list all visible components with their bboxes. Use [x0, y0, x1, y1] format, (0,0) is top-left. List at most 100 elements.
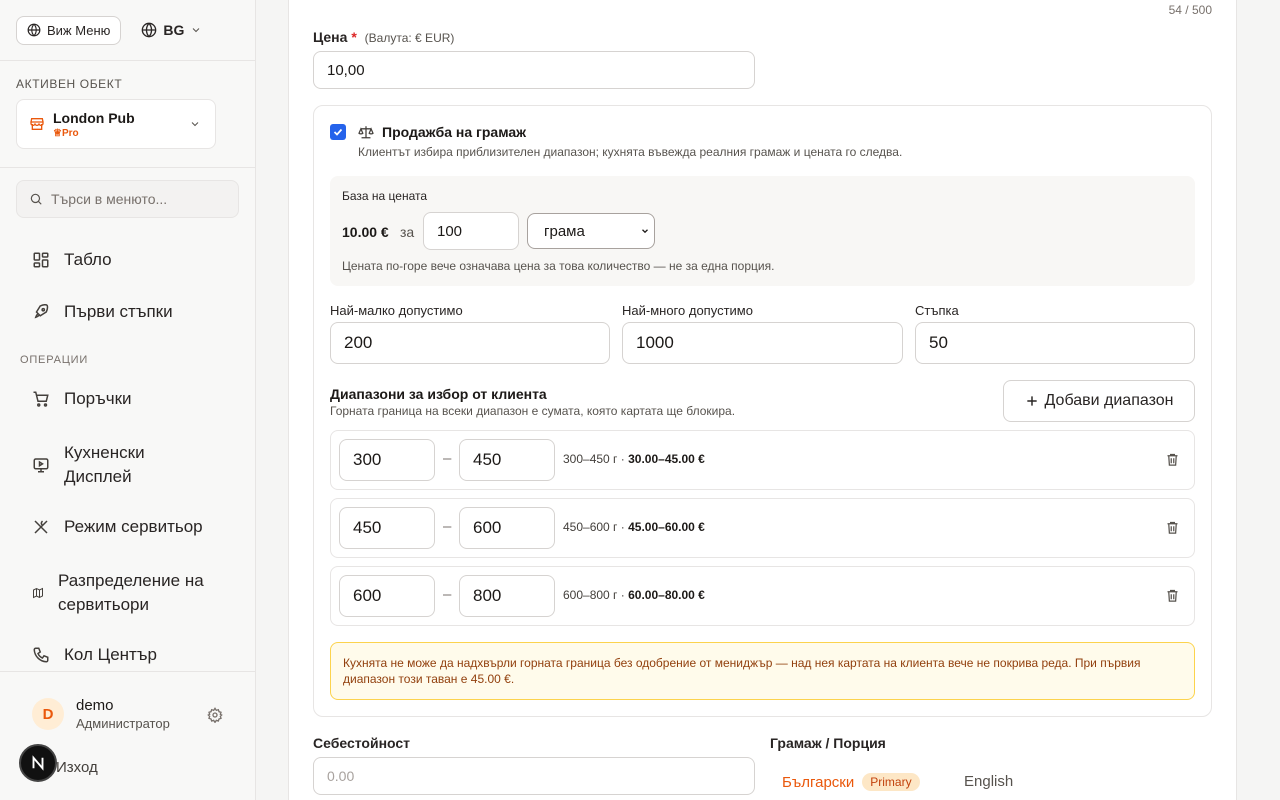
- range-to-input[interactable]: 600: [459, 507, 555, 549]
- sidebar: Виж Меню BG Активен обект London Pub ♕Pr…: [0, 0, 256, 800]
- phone-icon: [33, 647, 49, 663]
- price-base-panel: База на цената 10.00 € за 100 грама Цена…: [330, 176, 1195, 286]
- range-from-input[interactable]: 600: [339, 575, 435, 617]
- price-value: 10,00: [327, 61, 365, 79]
- manager-approval-warning: Кухнята не може да надхвърли горната гра…: [330, 642, 1195, 700]
- gear-icon[interactable]: [207, 707, 223, 723]
- add-range-button[interactable]: Добави диапазон: [1003, 380, 1195, 422]
- range-summary-price: 60.00–80.00 €: [628, 588, 705, 602]
- search-placeholder: Търси в менюто...: [51, 191, 168, 207]
- sidebar-item-kitchen-display[interactable]: Кухненски Дисплей: [16, 441, 190, 489]
- range-to-input[interactable]: 800: [459, 575, 555, 617]
- step-input[interactable]: 50: [915, 322, 1195, 364]
- logout-button[interactable]: Изход: [56, 759, 98, 776]
- sidebar-header: Виж Меню BG: [0, 0, 255, 61]
- required-marker: *: [351, 29, 357, 45]
- sidebar-item-first-steps[interactable]: Първи стъпки: [16, 302, 189, 322]
- search-icon: [30, 193, 42, 205]
- main-content: 54 / 500 Цена * (Валута: € EUR) 10,00 Пр…: [256, 0, 1280, 800]
- range-to-input[interactable]: 450: [459, 439, 555, 481]
- menu-search-input[interactable]: Търси в менюто...: [16, 180, 239, 218]
- ranges-title: Диапазони за избор от клиента: [330, 386, 547, 402]
- active-object-selector[interactable]: London Pub ♕Pro: [16, 99, 216, 149]
- range-from-value: 300: [353, 450, 382, 469]
- price-base-quantity-input[interactable]: 100: [423, 212, 519, 250]
- globe-icon: [142, 22, 157, 38]
- sidebar-item-label: Табло: [64, 250, 112, 269]
- user-role: Администратор: [76, 716, 170, 731]
- tab-bulgarian[interactable]: Български Primary: [782, 773, 920, 791]
- step-value: 50: [929, 333, 948, 352]
- range-from-input[interactable]: 450: [339, 507, 435, 549]
- range-row: 300 – 450 300–450 г · 30.00–45.00 €: [330, 430, 1195, 490]
- max-allowed-label: Най-много допустимо: [622, 303, 753, 318]
- price-base-unit-select[interactable]: грама: [527, 213, 655, 249]
- range-to-value: 800: [473, 586, 502, 605]
- trash-icon[interactable]: [1165, 520, 1180, 535]
- cost-label: Себестойност: [313, 735, 411, 751]
- trash-icon[interactable]: [1165, 588, 1180, 603]
- chevron-down-icon: [642, 229, 648, 234]
- price-base-quantity: 100: [437, 222, 463, 240]
- active-object-section: Активен обект London Pub ♕Pro: [0, 61, 256, 168]
- price-label: Цена * (Валута: € EUR): [313, 29, 454, 45]
- range-summary-range: 300–450 г ·: [563, 452, 625, 466]
- chevron-down-icon: [193, 28, 200, 33]
- sidebar-item-label: Кухненски Дисплей: [64, 443, 145, 486]
- sidebar-item-dashboard[interactable]: Табло: [16, 250, 128, 270]
- n-logo-icon: [32, 755, 44, 771]
- min-allowed-value: 200: [344, 333, 373, 352]
- scale-icon: [358, 126, 374, 139]
- range-summary-price: 30.00–45.00 €: [628, 452, 705, 466]
- view-menu-button[interactable]: Виж Меню: [16, 15, 122, 45]
- tab-english[interactable]: English: [964, 773, 1013, 790]
- range-summary-range: 450–600 г ·: [563, 520, 625, 534]
- weight-sale-checkbox[interactable]: [330, 124, 346, 140]
- display-icon: [33, 458, 49, 473]
- range-summary-range: 600–800 г ·: [563, 588, 625, 602]
- sidebar-item-orders[interactable]: Поръчки: [16, 389, 148, 409]
- price-base-unit: грама: [544, 222, 585, 240]
- trash-icon[interactable]: [1165, 452, 1180, 467]
- crown-icon: ♕: [53, 127, 62, 139]
- range-dash: –: [443, 450, 452, 467]
- range-from-input[interactable]: 300: [339, 439, 435, 481]
- range-from-value: 450: [353, 518, 382, 537]
- dashboard-icon: [33, 252, 49, 268]
- cart-icon: [33, 391, 49, 407]
- sidebar-item-call-center[interactable]: Кол Център: [16, 645, 173, 665]
- description-char-counter: 54 / 500: [1168, 3, 1212, 17]
- sidebar-item-label: Режим сервитьор: [64, 517, 203, 536]
- max-allowed-input[interactable]: 1000: [622, 322, 903, 364]
- globe-icon: [27, 23, 41, 37]
- user-profile[interactable]: D demo Администратор: [32, 697, 170, 731]
- active-object-label: Активен обект: [16, 77, 123, 91]
- min-allowed-input[interactable]: 200: [330, 322, 610, 364]
- cost-input[interactable]: 0.00: [313, 757, 755, 795]
- active-object-name: London Pub: [53, 109, 135, 126]
- range-row: 450 – 600 450–600 г · 45.00–60.00 €: [330, 498, 1195, 558]
- range-dash: –: [443, 518, 452, 535]
- map-icon: [33, 587, 43, 599]
- price-label-text: Цена: [313, 29, 348, 45]
- min-allowed-label: Най-малко допустимо: [330, 303, 463, 318]
- weight-sale-title: Продажба на грамаж: [382, 124, 527, 140]
- range-summary: 300–450 г · 30.00–45.00 €: [563, 452, 705, 466]
- weight-sale-subtitle: Клиентът избира приблизителен диапазон; …: [358, 145, 903, 159]
- cost-placeholder: 0.00: [327, 768, 355, 784]
- sidebar-item-label: Разпределение на сервитьори: [58, 571, 204, 614]
- range-from-value: 600: [353, 586, 382, 605]
- sidebar-item-waiter-mode[interactable]: Режим сервитьор: [16, 517, 219, 537]
- user-name: demo: [76, 697, 114, 714]
- range-summary-price: 45.00–60.00 €: [628, 520, 705, 534]
- range-summary: 450–600 г · 45.00–60.00 €: [563, 520, 705, 534]
- primary-badge: Primary: [862, 773, 920, 791]
- price-base-price: 10.00 €: [342, 224, 389, 240]
- price-input[interactable]: 10,00: [313, 51, 755, 89]
- dev-tools-n-icon[interactable]: [19, 744, 57, 782]
- tab-bulgarian-label: Български: [782, 773, 855, 791]
- language-switcher[interactable]: BG: [133, 22, 210, 38]
- sidebar-item-waiter-allocation[interactable]: Разпределение на сервитьори: [16, 569, 234, 617]
- max-allowed-value: 1000: [636, 333, 674, 352]
- range-row: 600 – 800 600–800 г · 60.00–80.00 €: [330, 566, 1195, 626]
